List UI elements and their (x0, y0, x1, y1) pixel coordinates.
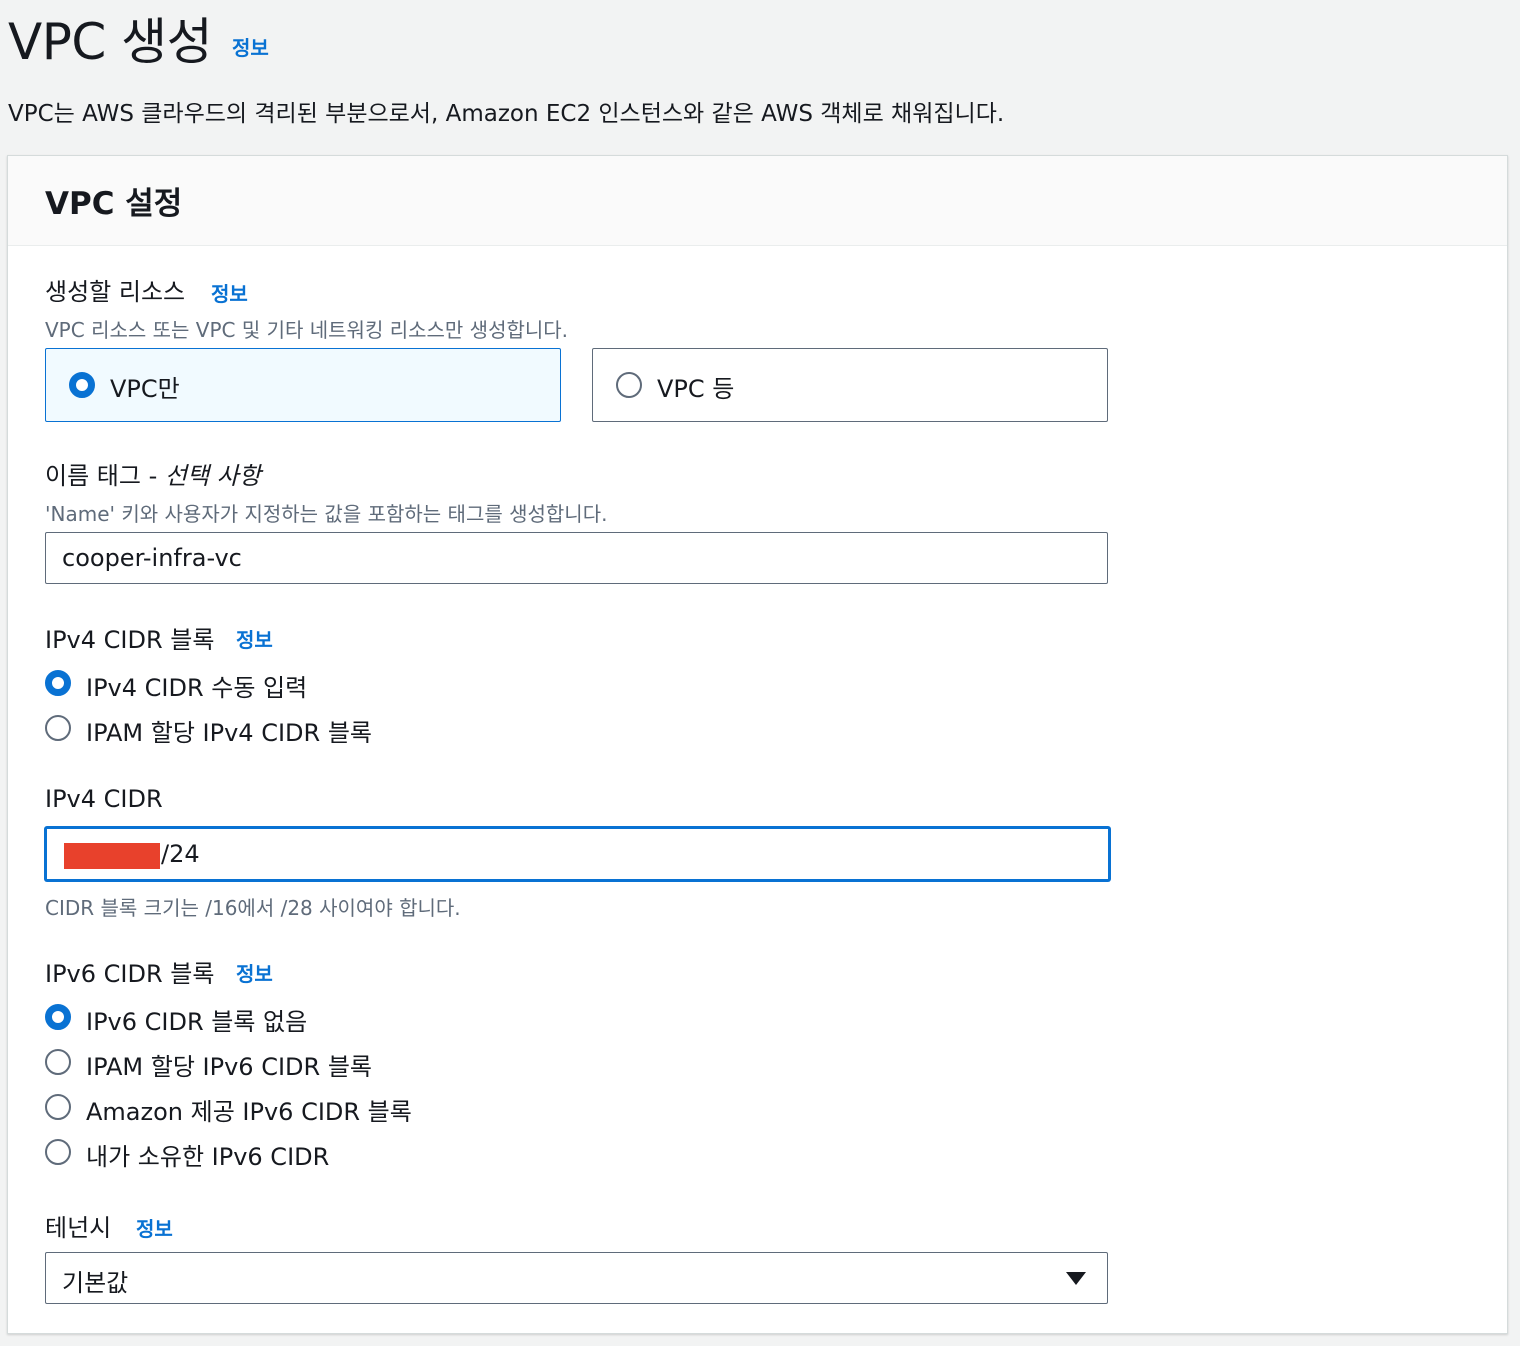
ipv4-cidr-input[interactable]: /24 (45, 827, 1110, 881)
radio-unselected-icon (616, 372, 642, 398)
radio-unselected-icon (45, 1049, 71, 1075)
resources-label: 생성할 리소스 (45, 278, 186, 306)
tenancy-value: 기본값 (62, 1269, 129, 1297)
name-tag-optional: 선택 사항 (164, 462, 261, 490)
radio-selected-icon (69, 372, 95, 398)
redacted-value (64, 843, 160, 869)
name-tag-hint: 'Name' 키와 사용자가 지정하는 값을 포함하는 태그를 생성합니다. (45, 502, 608, 526)
resources-hint: VPC 리소스 또는 VPC 및 기타 네트워킹 리소스만 생성합니다. (45, 318, 569, 342)
ipv4-block-info-link[interactable]: 정보 (236, 624, 273, 653)
radio-unselected-icon (45, 1139, 71, 1165)
tile-label: VPC 등 (657, 375, 735, 403)
name-tag-label-text: 이름 태그 - (45, 462, 165, 490)
tenancy-info-link[interactable]: 정보 (136, 1213, 173, 1242)
name-tag-input[interactable] (45, 532, 1108, 584)
caret-down-icon (1066, 1272, 1086, 1285)
panel-header: VPC 설정 (8, 156, 1507, 246)
radio-unselected-icon (45, 1094, 71, 1120)
tile-vpc-only[interactable]: VPC만 (45, 348, 561, 422)
radio-unselected-icon (45, 715, 71, 741)
ipv4-cidr-label: IPv4 CIDR (45, 785, 163, 813)
page-description: VPC는 AWS 클라우드의 격리된 부분으로서, Amazon EC2 인스턴… (8, 101, 1005, 127)
ipv4-cidr-hint: CIDR 블록 크기는 /16에서 /28 사이여야 합니다. (45, 896, 461, 920)
name-tag-label: 이름 태그 - 선택 사항 (45, 456, 261, 491)
resources-info-link[interactable]: 정보 (211, 278, 248, 307)
tile-label: VPC만 (110, 375, 180, 403)
radio-selected-icon (45, 1004, 71, 1030)
radio-label: Amazon 제공 IPv6 CIDR 블록 (86, 1098, 412, 1126)
page-title: VPC 생성 (8, 13, 213, 71)
cidr-suffix: /24 (161, 840, 200, 868)
radio-label: IPAM 할당 IPv4 CIDR 블록 (86, 719, 372, 747)
ipv4-block-label: IPv4 CIDR 블록 (45, 626, 215, 654)
tile-vpc-and-more[interactable]: VPC 등 (592, 348, 1108, 422)
tenancy-select[interactable]: 기본값 (45, 1252, 1108, 1304)
radio-label: 내가 소유한 IPv6 CIDR (86, 1143, 330, 1171)
radio-label: IPv4 CIDR 수동 입력 (86, 674, 308, 702)
radio-label: IPv6 CIDR 블록 없음 (86, 1008, 308, 1036)
ipv6-block-label: IPv6 CIDR 블록 (45, 960, 215, 988)
panel-title: VPC 설정 (45, 186, 183, 222)
ipv6-block-info-link[interactable]: 정보 (236, 958, 273, 987)
tenancy-label: 테넌시 (45, 1214, 112, 1242)
radio-label: IPAM 할당 IPv6 CIDR 블록 (86, 1053, 372, 1081)
vpc-settings-panel: VPC 설정 생성할 리소스 정보 VPC 리소스 또는 VPC 및 기타 네트… (7, 155, 1508, 1334)
radio-selected-icon (45, 670, 71, 696)
page-info-link[interactable]: 정보 (232, 32, 269, 61)
